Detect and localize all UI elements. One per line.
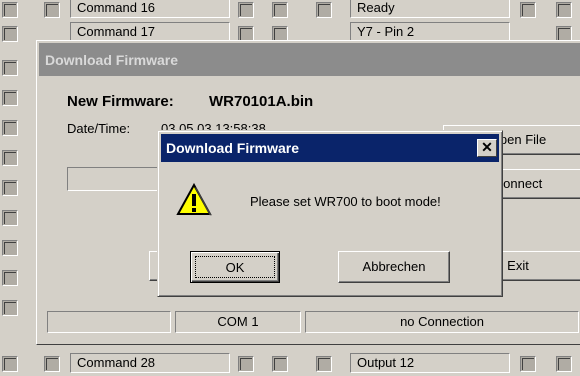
message-box-title: Download Firmware [166, 140, 300, 156]
indicator-led [2, 26, 18, 42]
bg-field-y7-pin2: Y7 - Pin 2 [350, 22, 510, 42]
indicator-led [556, 2, 572, 18]
indicator-led [316, 356, 332, 372]
status-connection: no Connection [305, 311, 579, 333]
indicator-led [520, 2, 536, 18]
indicator-led [2, 356, 18, 372]
bg-field-command-16: Command 16 [70, 0, 230, 18]
message-box-titlebar[interactable]: Download Firmware ✕ [161, 134, 499, 162]
indicator-led [2, 2, 18, 18]
indicator-led [2, 240, 18, 256]
close-icon: ✕ [481, 139, 493, 155]
indicator-led [2, 210, 18, 226]
indicator-led [520, 356, 536, 372]
indicator-led [44, 356, 60, 372]
indicator-led [238, 2, 254, 18]
new-firmware-value: WR70101A.bin [209, 93, 314, 110]
bg-field-ready: Ready [350, 0, 510, 18]
bg-field-output-12: Output 12 [350, 353, 510, 373]
indicator-led [2, 90, 18, 106]
indicator-led [238, 356, 254, 372]
new-firmware-label: New Firmware: [67, 93, 174, 110]
close-button[interactable]: ✕ [477, 139, 497, 157]
indicator-led [2, 180, 18, 196]
bg-field-command-17: Command 17 [70, 22, 230, 42]
datetime-label: Date/Time: [67, 121, 131, 136]
status-bar: COM 1 no Connection [37, 307, 580, 335]
indicator-led [44, 2, 60, 18]
indicator-led [2, 270, 18, 286]
indicator-led [556, 356, 572, 372]
status-port: COM 1 [175, 311, 301, 333]
screen: Command 16 Ready Command 17 Y7 - Pin 2 C… [0, 0, 580, 376]
message-text: Please set WR700 to boot mode! [250, 194, 441, 209]
indicator-led [316, 2, 332, 18]
indicator-led [2, 120, 18, 136]
message-box: Download Firmware ✕ Please set WR700 to … [157, 130, 503, 297]
indicator-led [272, 356, 288, 372]
status-field-empty [47, 311, 171, 333]
ok-button-label: OK [195, 256, 275, 278]
indicator-led [2, 150, 18, 166]
warning-icon [176, 183, 212, 216]
bg-field-command-28: Command 28 [70, 353, 230, 373]
dialog-titlebar[interactable]: Download Firmware [39, 43, 580, 76]
cancel-button[interactable]: Abbrechen [338, 251, 450, 283]
indicator-led [2, 60, 18, 76]
indicator-led [2, 300, 18, 316]
ok-button[interactable]: OK [190, 251, 280, 283]
indicator-led [272, 2, 288, 18]
